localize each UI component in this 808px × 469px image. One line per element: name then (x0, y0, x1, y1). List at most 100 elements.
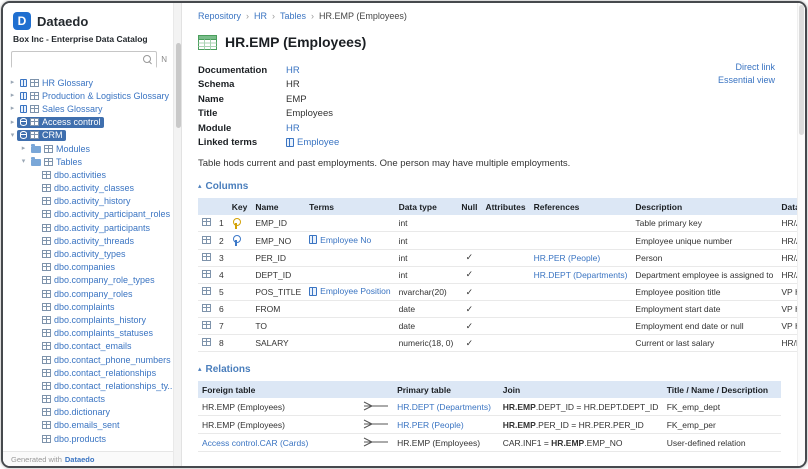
tree-item-label: dbo.emails_sent (54, 420, 120, 430)
sidebar-scrollbar-thumb[interactable] (176, 43, 181, 128)
primary-table[interactable]: HR.PER (People) (397, 420, 464, 430)
column-terms-cell (305, 266, 394, 283)
detail-value[interactable]: HR (286, 65, 300, 76)
table-icon (30, 105, 39, 113)
column-name: SALARY (251, 335, 305, 352)
tree-item[interactable]: dbo.activity_participant_roles (3, 208, 173, 221)
column-row[interactable]: 3 PER_ID int ✓ (198, 249, 805, 266)
tree-item[interactable]: dbo.activity_participants (3, 221, 173, 234)
column-references-cell: HR.DEPT (Departments) (530, 266, 632, 283)
tree-expand-arrow[interactable]: ▸ (8, 76, 17, 89)
collapse-icon[interactable]: ▴ (198, 366, 202, 374)
tree-item[interactable]: dbo.activity_history (3, 195, 173, 208)
term-link[interactable]: Employee No (320, 235, 371, 245)
tree-item[interactable]: dbo.contact_relationships_ty... (3, 379, 173, 392)
tree-item[interactable]: dbo.company_role_types (3, 274, 173, 287)
column-key-cell (228, 232, 252, 250)
tree-item[interactable]: dbo.emails_sent (3, 419, 173, 432)
relation-row[interactable]: Access control.CAR (Cards) HR.EMP (Emplo… (198, 434, 781, 452)
tree-item[interactable]: dbo.complaints_history (3, 313, 173, 326)
tree-item[interactable]: dbo.companies (3, 261, 173, 274)
tree-item[interactable]: dbo.contact_phone_numbers (3, 353, 173, 366)
column-key-cell (228, 318, 252, 335)
term-icon (309, 287, 317, 296)
logo[interactable]: D Dataedo (3, 3, 173, 32)
tree-item[interactable]: dbo.dictionary (3, 406, 173, 419)
tree-item[interactable]: ▸ Production & Logistics Glossary (3, 89, 173, 102)
table-icon (202, 338, 211, 346)
term-link[interactable]: Employee Position (320, 286, 390, 296)
tree-expand-arrow[interactable]: ▸ (8, 116, 17, 129)
collapse-icon[interactable]: ▴ (198, 183, 202, 191)
header-datatype: Data type (395, 198, 458, 215)
tree-item[interactable]: ▸ Sales Glossary (3, 102, 173, 115)
detail-value[interactable]: Employee (297, 137, 339, 148)
column-attributes (481, 335, 529, 352)
relation-title: FK_emp_per (663, 416, 781, 434)
breadcrumb-link[interactable]: Tables (280, 11, 306, 21)
tree-item[interactable]: dbo.contact_emails (3, 340, 173, 353)
column-row[interactable]: 8 SALARY numeric(18, 0) (198, 335, 805, 352)
footer-brand-link[interactable]: Dataedo (65, 455, 95, 464)
dataedo-logo-icon[interactable]: D (13, 12, 31, 30)
foreign-table: HR.EMP (Employees) (202, 402, 285, 412)
tree-item[interactable]: ▾ Tables (3, 155, 173, 168)
breadcrumb-link[interactable]: HR (254, 11, 267, 21)
tree-item[interactable]: ▸ HR Glossary (3, 76, 173, 89)
tree-item-label: dbo.contact_relationships (54, 368, 156, 378)
detail-value[interactable]: HR (286, 123, 300, 134)
tree-expand-arrow[interactable]: ▸ (8, 102, 17, 115)
quick-link[interactable]: Direct link (718, 61, 775, 74)
tree-item[interactable]: dbo.products (3, 432, 173, 445)
relation-row[interactable]: HR.EMP (Employees) HR.PER (People) HR.EM… (198, 416, 781, 434)
tree-item[interactable]: dbo.contacts (3, 393, 173, 406)
column-attributes (481, 232, 529, 250)
tree-item[interactable]: ▸ Modules (3, 142, 173, 155)
primary-table[interactable]: HR.DEPT (Departments) (397, 402, 491, 412)
column-row[interactable]: 1 EMP_ID int (198, 215, 805, 232)
table-icon (202, 253, 211, 261)
tree-expand-arrow[interactable]: ▾ (8, 129, 17, 142)
tree-item-label: dbo.activity_participant_roles (54, 209, 170, 219)
tree-expand-arrow[interactable]: ▾ (19, 155, 28, 168)
foreign-table: HR.EMP (Employees) (202, 420, 285, 430)
quick-link[interactable]: Essential view (718, 74, 775, 87)
detail-value-wrap: EMP (286, 94, 307, 105)
column-null: ✓ (457, 266, 481, 283)
tree-item[interactable]: dbo.complaints_statuses (3, 327, 173, 340)
foreign-table[interactable]: Access control.CAR (Cards) (202, 438, 308, 448)
logo-text: Dataedo (37, 14, 88, 29)
relations-section-header[interactable]: ▴ Relations (198, 364, 781, 375)
reference-link[interactable]: HR.PER (People) (534, 253, 601, 263)
tree-item[interactable]: dbo.activity_types (3, 247, 173, 260)
column-icon-cell (198, 266, 215, 283)
tree-item[interactable]: ▸ Access control (3, 116, 173, 129)
tree-item[interactable]: dbo.activity_classes (3, 182, 173, 195)
tree-item-inner: dbo.complaints_history (39, 314, 149, 325)
main-scrollbar[interactable] (797, 3, 805, 466)
tree-expand-arrow[interactable]: ▸ (8, 89, 17, 102)
relation-row[interactable]: HR.EMP (Employees) HR.DEPT (Departments)… (198, 398, 781, 416)
breadcrumb-link[interactable]: Repository (198, 11, 241, 21)
tree-expand-arrow[interactable]: ▸ (19, 142, 28, 155)
primary-key-icon (232, 218, 240, 229)
tree-item[interactable]: ▾ CRM (3, 129, 173, 142)
main-scrollbar-thumb[interactable] (799, 5, 804, 135)
search-input[interactable] (12, 55, 156, 70)
column-row[interactable]: 5 POS_TITLE Employee Position n (198, 283, 805, 301)
tree-item[interactable]: dbo.complaints (3, 300, 173, 313)
column-row[interactable]: 4 DEPT_ID int ✓ (198, 266, 805, 283)
tree-item[interactable]: dbo.activities (3, 168, 173, 181)
column-key-cell (228, 266, 252, 283)
column-row[interactable]: 7 TO date ✓ (198, 318, 805, 335)
tree-item-label: dbo.contact_emails (54, 341, 132, 351)
column-row[interactable]: 6 FROM date ✓ (198, 301, 805, 318)
tree-item[interactable]: dbo.activity_threads (3, 234, 173, 247)
column-row[interactable]: 2 EMP_NO Employee No int (198, 232, 805, 250)
sidebar-scrollbar[interactable] (173, 3, 182, 466)
tree-item-inner: Sales Glossary (17, 103, 106, 114)
tree-item[interactable]: dbo.contact_relationships (3, 366, 173, 379)
columns-section-header[interactable]: ▴ Columns (198, 181, 781, 192)
tree-item[interactable]: dbo.company_roles (3, 287, 173, 300)
reference-link[interactable]: HR.DEPT (Departments) (534, 270, 628, 280)
